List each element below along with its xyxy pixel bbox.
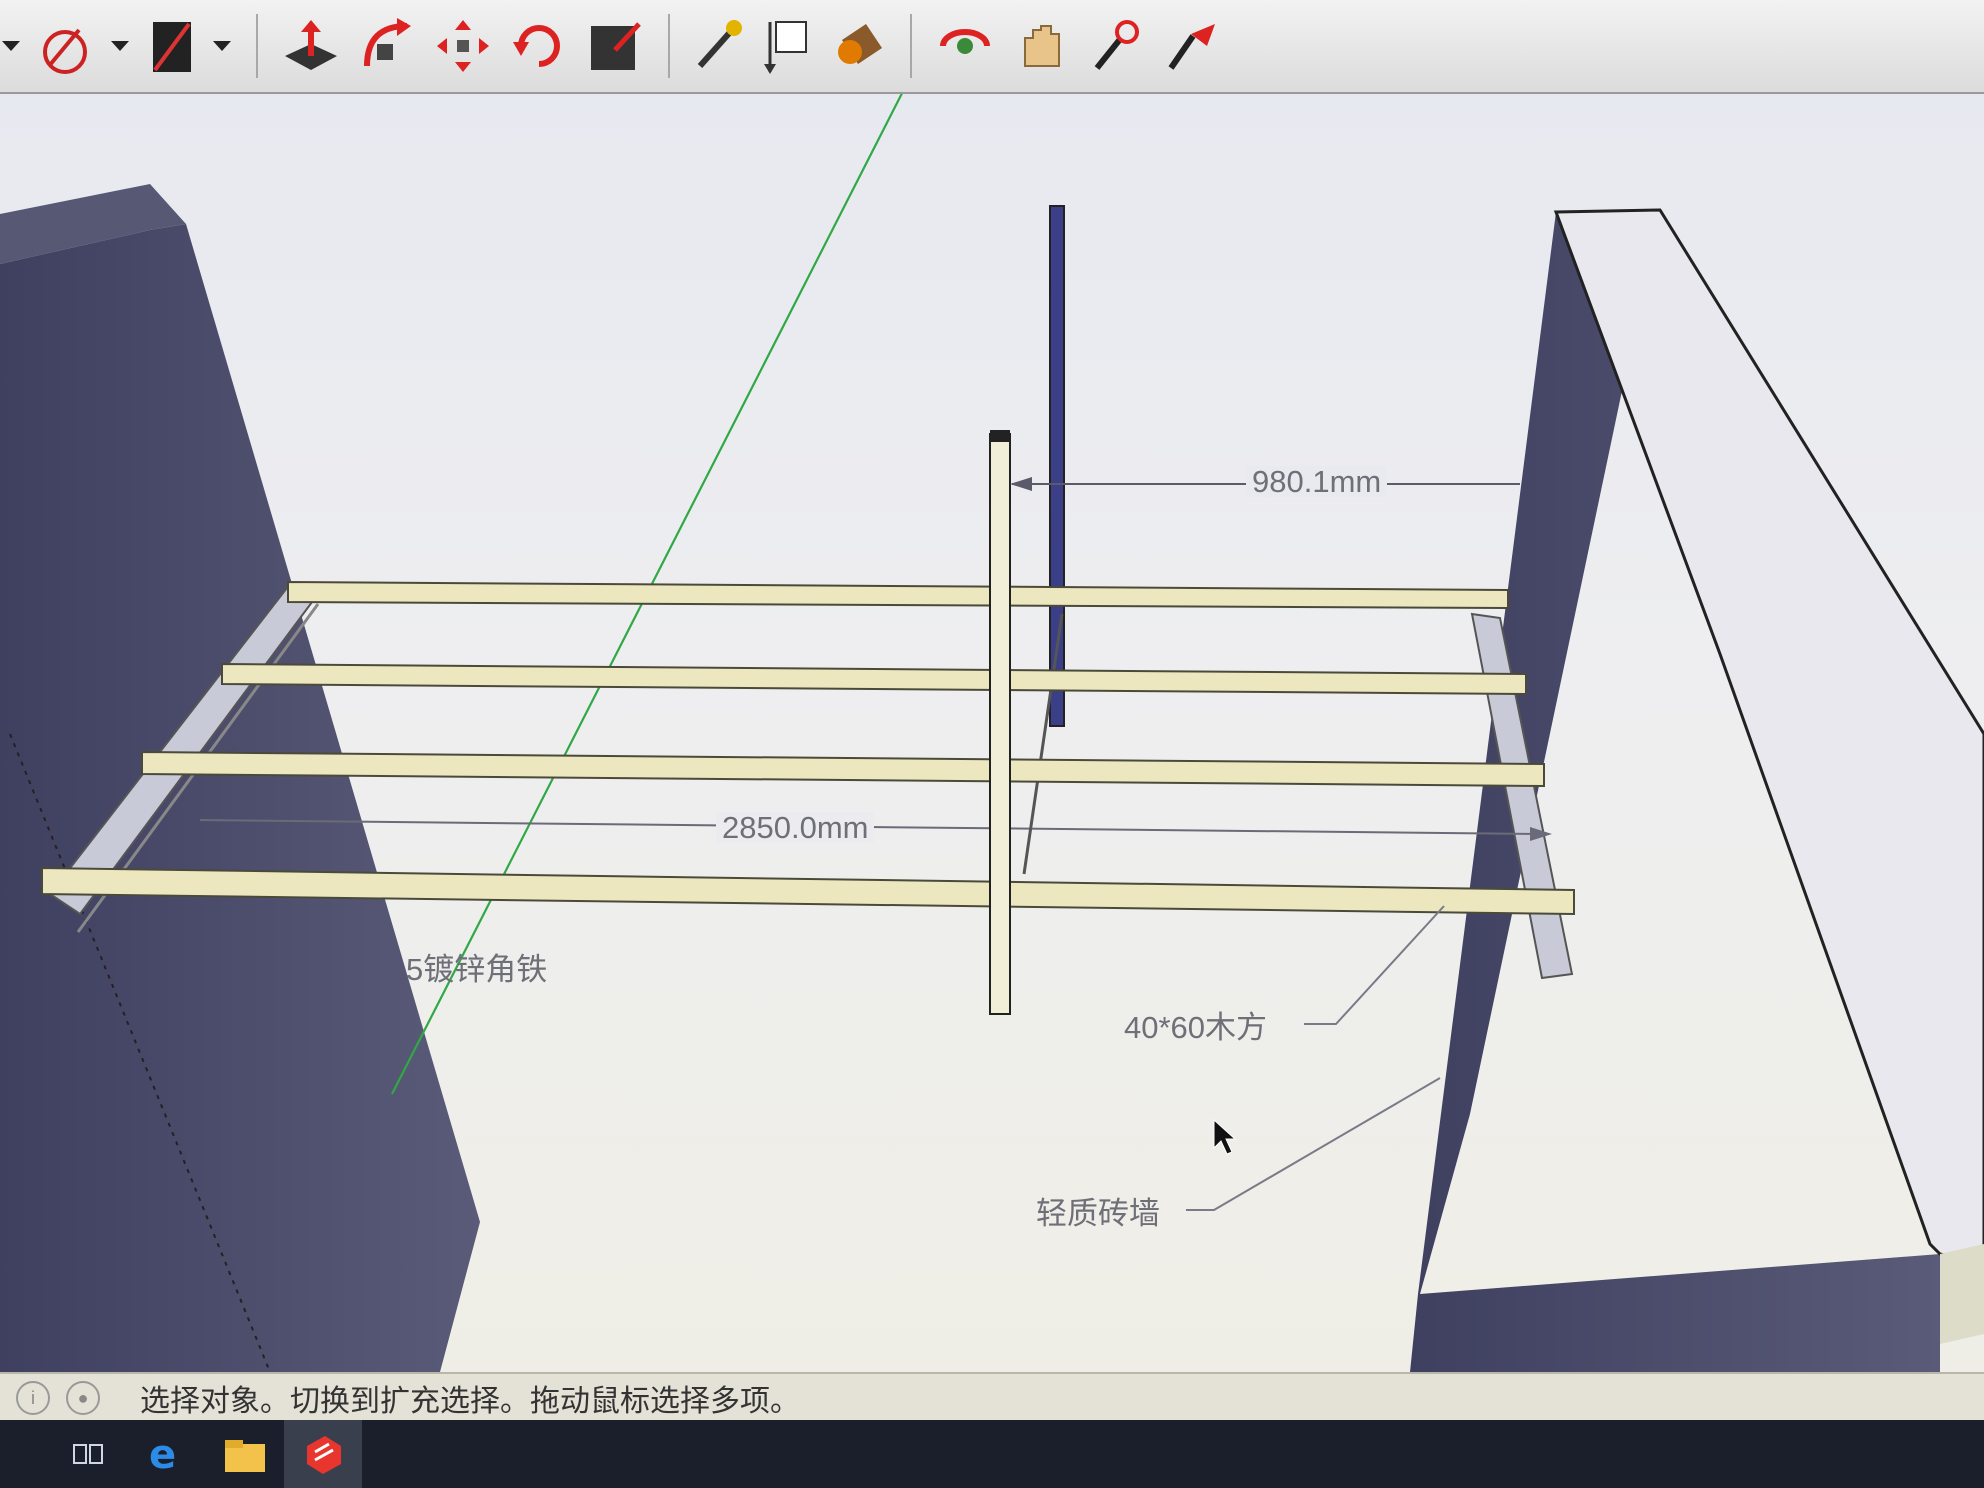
right-wall-end-face bbox=[1940, 1244, 1984, 1344]
wall-label[interactable]: 轻质砖墙 bbox=[1036, 1198, 1160, 1229]
orbit-tool-button[interactable] bbox=[930, 11, 1000, 81]
zoom-extents-icon bbox=[1168, 24, 1215, 70]
start-button[interactable] bbox=[0, 1420, 50, 1488]
toolbar bbox=[0, 0, 1984, 94]
task-view-icon bbox=[73, 1444, 103, 1464]
orbit-icon bbox=[940, 29, 990, 54]
push-pull-icon bbox=[285, 20, 337, 70]
zoom-icon bbox=[1094, 20, 1139, 70]
tape-measure-icon bbox=[697, 20, 742, 68]
eraser-icon bbox=[153, 22, 191, 72]
arc-icon bbox=[43, 28, 87, 74]
status-message: 选择对象。切换到扩充选择。拖动鼠标选择多项。 bbox=[140, 1385, 800, 1418]
info-icon[interactable]: i bbox=[16, 1381, 50, 1415]
toolbar-separator bbox=[668, 14, 670, 78]
status-bar: i ● 选择对象。切换到扩充选择。拖动鼠标选择多项。 bbox=[0, 1372, 1984, 1422]
front-rod-cap bbox=[990, 430, 1010, 442]
dropdown-arrow-icon[interactable] bbox=[106, 11, 136, 81]
zoom-extents-tool-button[interactable] bbox=[1158, 11, 1228, 81]
dimension-icon bbox=[764, 21, 807, 74]
pan-tool-button[interactable] bbox=[1006, 11, 1076, 81]
mouse-cursor-icon bbox=[1213, 1118, 1237, 1155]
left-brick-wall-face[interactable] bbox=[0, 224, 480, 1372]
scale-icon bbox=[591, 22, 641, 70]
model-viewport[interactable]: 980.1mm 2850.0mm 5镀锌角铁 40*60木方 轻质砖墙 bbox=[0, 94, 1984, 1372]
timber-joist-1[interactable] bbox=[287, 580, 1509, 610]
rotate-icon bbox=[513, 25, 560, 67]
timber-joist-3[interactable] bbox=[141, 750, 1545, 788]
angle-iron-label[interactable]: 5镀锌角铁 bbox=[406, 954, 547, 985]
pan-icon bbox=[1024, 25, 1060, 67]
user-icon[interactable]: ● bbox=[66, 1381, 100, 1415]
push-pull-tool-button[interactable] bbox=[276, 11, 346, 81]
eraser-tool-button[interactable] bbox=[142, 11, 202, 81]
paint-bucket-tool-button[interactable] bbox=[828, 11, 892, 81]
dimension-label-980[interactable]: 980.1mm bbox=[1246, 466, 1388, 497]
dropdown-arrow-icon[interactable] bbox=[208, 11, 238, 81]
task-view-button[interactable] bbox=[50, 1420, 128, 1488]
windows-taskbar: e bbox=[0, 1420, 1984, 1488]
dropdown-arrow-icon[interactable] bbox=[0, 11, 24, 81]
move-tool-button[interactable] bbox=[428, 11, 498, 81]
sketchup-button[interactable] bbox=[284, 1420, 362, 1488]
toolbar-separator bbox=[910, 14, 912, 78]
paint-bucket-icon bbox=[838, 24, 882, 64]
edge-browser-icon: e bbox=[149, 1432, 176, 1476]
scale-tool-button[interactable] bbox=[580, 11, 650, 81]
zoom-tool-button[interactable] bbox=[1082, 11, 1152, 81]
dimension-tool-button[interactable] bbox=[758, 11, 822, 81]
right-brick-wall-top[interactable] bbox=[1553, 208, 1984, 1268]
gap-dimension-arrow-left bbox=[1010, 477, 1032, 491]
timber-label[interactable]: 40*60木方 bbox=[1124, 1012, 1267, 1043]
svg-text:e: e bbox=[149, 1432, 176, 1476]
sketchup-icon bbox=[307, 1436, 341, 1474]
arc-tool-button[interactable] bbox=[30, 11, 100, 81]
tape-measure-tool-button[interactable] bbox=[688, 11, 752, 81]
follow-me-tool-button[interactable] bbox=[352, 11, 422, 81]
timber-leader-line bbox=[1304, 905, 1445, 1025]
toolbar-separator bbox=[256, 14, 258, 78]
front-vertical-rod[interactable] bbox=[989, 433, 1011, 1015]
edge-browser-button[interactable]: e bbox=[128, 1420, 206, 1488]
model-scene[interactable] bbox=[0, 94, 1984, 1372]
timber-joist-2[interactable] bbox=[221, 662, 1527, 696]
dimension-label-2850[interactable]: 2850.0mm bbox=[716, 812, 875, 843]
back-rod-extension bbox=[1022, 613, 1064, 875]
rotate-tool-button[interactable] bbox=[504, 11, 574, 81]
follow-me-icon bbox=[364, 18, 411, 67]
file-explorer-button[interactable] bbox=[206, 1420, 284, 1488]
move-icon bbox=[437, 20, 489, 72]
file-explorer-icon bbox=[225, 1440, 265, 1472]
